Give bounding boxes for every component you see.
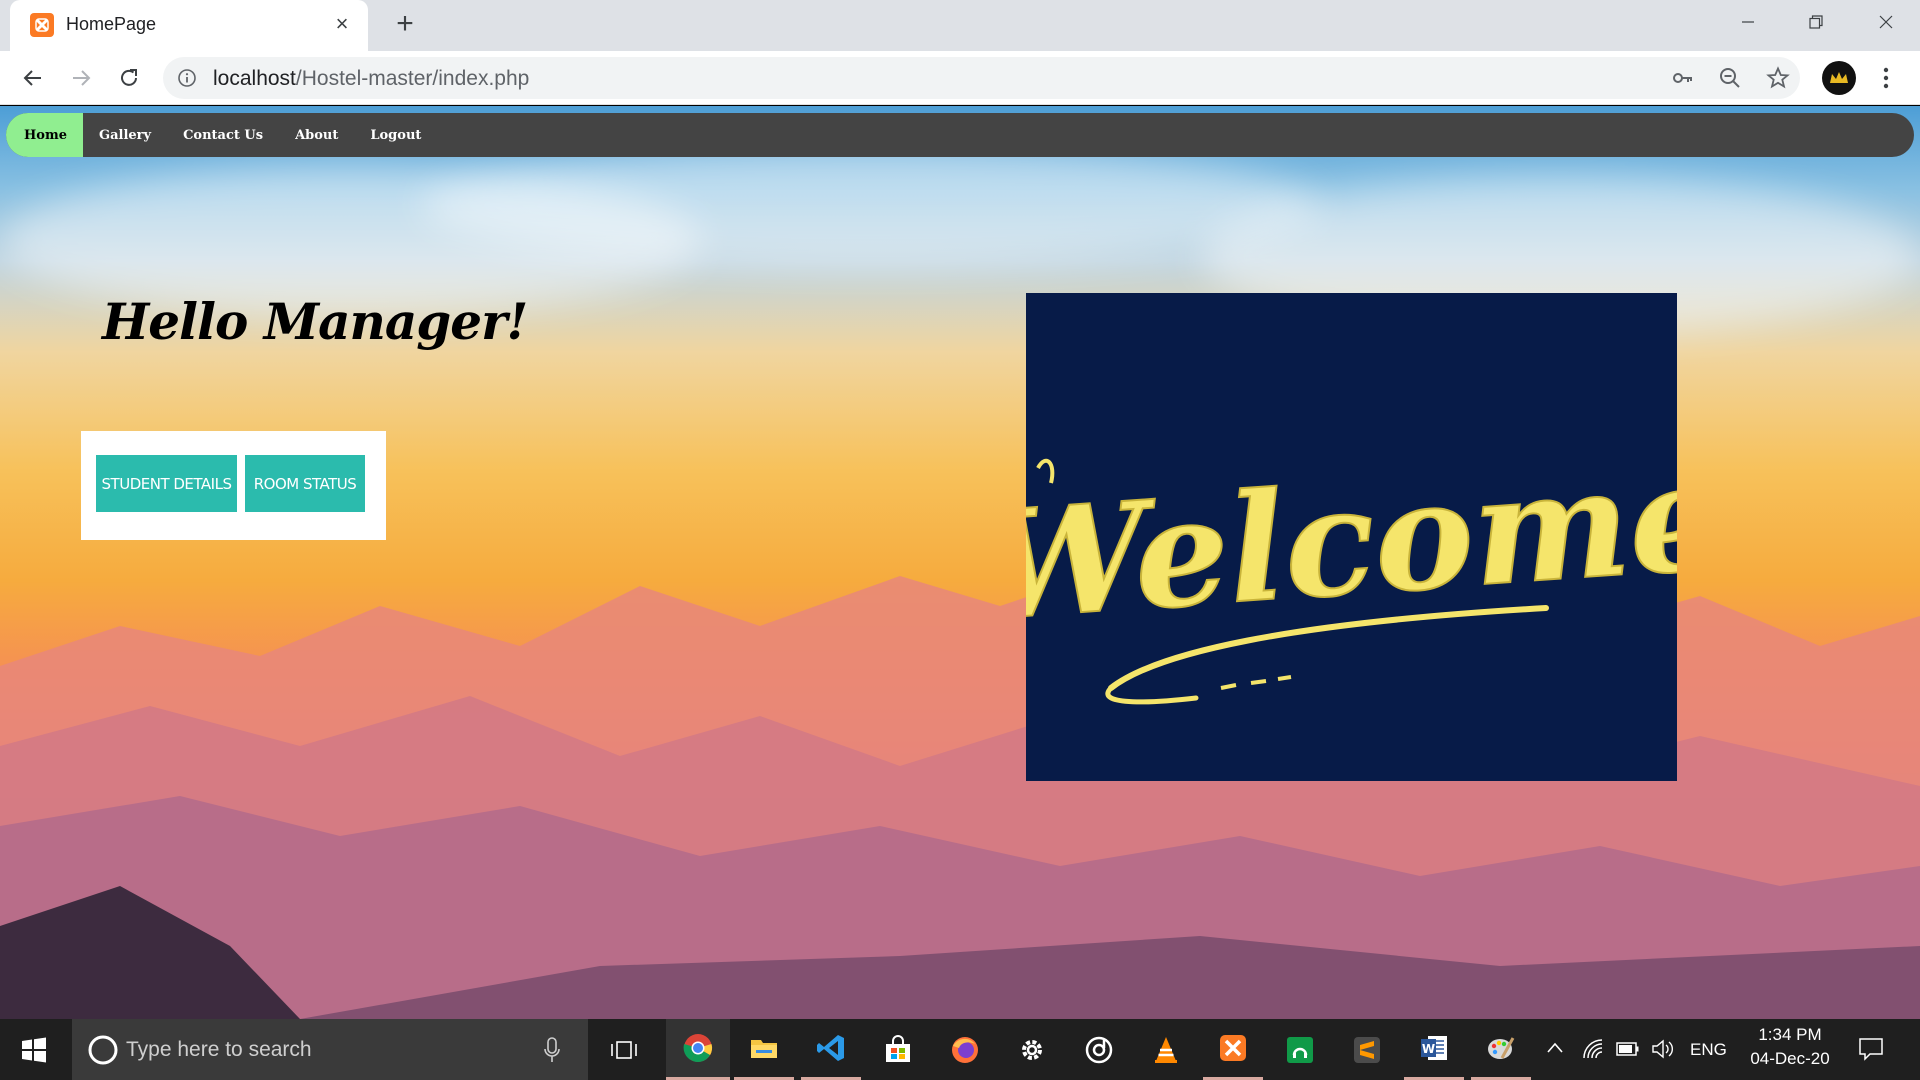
wifi-icon[interactable]	[1582, 1038, 1604, 1060]
nav-about[interactable]: About	[279, 113, 354, 157]
clock-time: 1:34 PM	[1758, 1025, 1822, 1044]
nav-home[interactable]: Home	[6, 113, 83, 157]
address-bar[interactable]: localhost/Hostel-master/index.php	[163, 57, 1800, 99]
close-window-icon[interactable]	[1852, 0, 1920, 44]
microphone-icon[interactable]	[544, 1037, 560, 1063]
new-tab-button[interactable]: +	[390, 9, 420, 40]
vscode-icon[interactable]	[801, 1019, 861, 1080]
action-panel: STUDENT DETAILS ROOM STATUS	[81, 431, 386, 540]
student-details-button[interactable]: STUDENT DETAILS	[96, 455, 237, 512]
sublime-icon[interactable]	[1337, 1019, 1397, 1080]
store-icon[interactable]	[868, 1019, 928, 1080]
browser-toolbar: localhost/Hostel-master/index.php	[0, 51, 1920, 105]
site-navbar: Home Gallery Contact Us About Logout	[6, 113, 1914, 157]
paint-icon[interactable]	[1471, 1019, 1531, 1080]
search-placeholder: Type here to search	[126, 1038, 312, 1061]
tab-homepage[interactable]: HomePage ×	[10, 0, 368, 51]
crown-icon	[1830, 72, 1848, 83]
settings-icon[interactable]	[1002, 1019, 1062, 1080]
browser-menu-icon[interactable]	[1874, 63, 1898, 93]
cortana-icon	[88, 1035, 118, 1065]
greeting-heading: Hello Manager!	[102, 292, 528, 351]
file-explorer-icon[interactable]	[734, 1019, 794, 1080]
nav-contact-us[interactable]: Contact Us	[167, 113, 279, 157]
page-viewport: Home Gallery Contact Us About Logout Hel…	[0, 106, 1920, 1019]
key-icon[interactable]	[1671, 66, 1695, 90]
url-text[interactable]: localhost/Hostel-master/index.php	[213, 67, 529, 91]
green-app-icon[interactable]	[1270, 1019, 1330, 1080]
profile-avatar[interactable]	[1822, 61, 1856, 95]
language-indicator[interactable]: ENG	[1690, 1040, 1727, 1060]
reload-icon[interactable]	[112, 61, 146, 95]
xampp-icon[interactable]	[1203, 1019, 1263, 1080]
svg-text:W: W	[1422, 1042, 1435, 1056]
battery-icon[interactable]	[1616, 1040, 1640, 1058]
task-view-icon[interactable]	[594, 1019, 654, 1080]
room-status-button[interactable]: ROOM STATUS	[245, 455, 365, 512]
chrome-icon[interactable]	[666, 1019, 730, 1080]
taskbar-search-box[interactable]: Type here to search	[72, 1019, 588, 1080]
minimize-icon[interactable]	[1714, 0, 1782, 44]
bookmark-star-icon[interactable]	[1766, 66, 1790, 90]
windows-taskbar: Type here to search W ENG 1:34 PM 04-Dec…	[0, 1019, 1920, 1080]
nav-logout[interactable]: Logout	[354, 113, 437, 157]
word-icon[interactable]: W	[1404, 1019, 1464, 1080]
chevron-up-icon[interactable]	[1546, 1041, 1564, 1055]
tab-strip: HomePage × +	[0, 0, 1920, 51]
url-path: /Hostel-master/index.php	[295, 67, 530, 90]
back-arrow-icon[interactable]	[16, 61, 50, 95]
welcome-image: Welcome	[1026, 293, 1677, 781]
vlc-icon[interactable]	[1136, 1019, 1196, 1080]
tab-title: HomePage	[66, 14, 157, 34]
firefox-icon[interactable]	[935, 1019, 995, 1080]
site-info-icon[interactable]	[177, 68, 197, 88]
nav-gallery[interactable]: Gallery	[83, 113, 167, 157]
clock[interactable]: 1:34 PM 04-Dec-20	[1745, 1025, 1835, 1069]
volume-icon[interactable]	[1651, 1039, 1675, 1059]
start-windows-icon[interactable]	[4, 1019, 64, 1080]
xampp-favicon-icon	[30, 13, 54, 37]
forward-arrow-icon[interactable]	[64, 61, 98, 95]
tab-close-icon[interactable]: ×	[330, 12, 354, 36]
zoom-out-icon[interactable]	[1718, 66, 1742, 90]
clock-date: 04-Dec-20	[1750, 1049, 1830, 1068]
welcome-text: Welcome	[1026, 428, 1677, 653]
notification-center-icon[interactable]	[1858, 1037, 1884, 1061]
groove-icon[interactable]	[1069, 1019, 1129, 1080]
restore-icon[interactable]	[1782, 0, 1850, 44]
url-host: localhost	[213, 67, 296, 90]
